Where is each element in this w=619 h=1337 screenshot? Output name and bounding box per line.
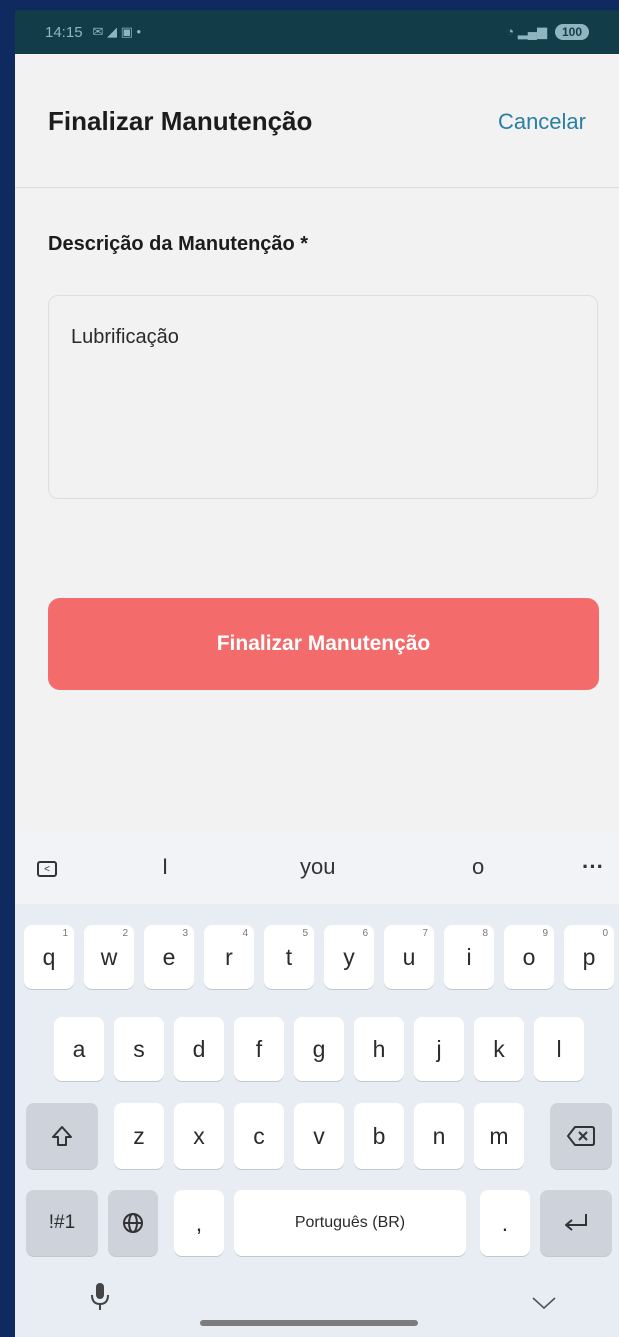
finalize-maintenance-button[interactable]: Finalizar Manutenção: [48, 598, 599, 690]
key-g[interactable]: g: [294, 1017, 344, 1081]
phone-screen: 14:15 ✉ ◢ ▣ • ◔ ▂▄▆ 100 Finalizar Manute…: [15, 10, 619, 1337]
suggestion-1[interactable]: I: [162, 854, 168, 880]
battery-badge: 100: [554, 24, 589, 40]
key-e[interactable]: e3: [144, 925, 194, 989]
voice-input-button[interactable]: [90, 1282, 110, 1319]
on-screen-keyboard: < I you o ··· q1 w2 e3 r4 t5 y6 u7 i8 o9…: [15, 832, 619, 1337]
more-suggestions-icon[interactable]: ···: [582, 854, 604, 880]
key-m[interactable]: m: [474, 1103, 524, 1169]
key-q[interactable]: q1: [24, 925, 74, 989]
key-v[interactable]: v: [294, 1103, 344, 1169]
globe-icon: [123, 1213, 143, 1233]
key-d[interactable]: d: [174, 1017, 224, 1081]
language-key[interactable]: [108, 1190, 158, 1256]
key-c[interactable]: c: [234, 1103, 284, 1169]
finalize-maintenance-label: Finalizar Manutenção: [216, 632, 431, 655]
key-a[interactable]: a: [54, 1017, 104, 1081]
key-u[interactable]: u7: [384, 925, 434, 989]
key-y[interactable]: y6: [324, 925, 374, 989]
key-b[interactable]: b: [354, 1103, 404, 1169]
page-title: Finalizar Manutenção: [48, 106, 313, 136]
key-k[interactable]: k: [474, 1017, 524, 1081]
key-f[interactable]: f: [234, 1017, 284, 1081]
backspace-icon: [567, 1126, 595, 1146]
enter-icon: [565, 1214, 587, 1231]
key-i[interactable]: i8: [444, 925, 494, 989]
hide-keyboard-button[interactable]: [531, 1290, 557, 1318]
space-key[interactable]: Português (BR): [234, 1190, 466, 1256]
key-n[interactable]: n: [414, 1103, 464, 1169]
suggestion-bar: < I you o ···: [15, 832, 619, 904]
key-x[interactable]: x: [174, 1103, 224, 1169]
key-l[interactable]: l: [534, 1017, 584, 1081]
suggestion-2[interactable]: you: [300, 854, 335, 880]
microphone-icon: [91, 1283, 109, 1310]
key-r[interactable]: r4: [204, 925, 254, 989]
status-time: 14:15: [45, 23, 83, 41]
key-h[interactable]: h: [354, 1017, 404, 1081]
notification-icons: ✉ ◢ ▣ •: [92, 24, 142, 39]
key-w[interactable]: w2: [84, 925, 134, 989]
backspace-key[interactable]: [550, 1103, 612, 1169]
description-textarea[interactable]: Lubrificação: [48, 295, 598, 499]
symbols-key[interactable]: !#1: [26, 1190, 98, 1256]
key-o[interactable]: o9: [504, 925, 554, 989]
status-bar: 14:15 ✉ ◢ ▣ • ◔ ▂▄▆ 100: [15, 10, 619, 54]
app-header: Finalizar Manutenção Cancelar: [15, 54, 619, 188]
cancel-button[interactable]: Cancelar: [498, 109, 586, 135]
comma-key[interactable]: ,: [174, 1190, 224, 1256]
description-value: Lubrificação: [71, 326, 179, 348]
home-indicator: [200, 1320, 418, 1326]
suggestion-3[interactable]: o: [472, 854, 484, 880]
key-z[interactable]: z: [114, 1103, 164, 1169]
key-s[interactable]: s: [114, 1017, 164, 1081]
description-label: Descrição da Manutenção *: [48, 233, 309, 255]
key-p[interactable]: p0: [564, 925, 614, 989]
hide-keyboard-icon: [532, 1297, 556, 1310]
key-j[interactable]: j: [414, 1017, 464, 1081]
toolbar-collapse-icon[interactable]: <: [37, 861, 57, 877]
signal-icon: ◔ ▂▄▆: [506, 24, 547, 39]
period-key[interactable]: .: [480, 1190, 530, 1256]
enter-key[interactable]: [540, 1190, 612, 1256]
shift-key[interactable]: [26, 1103, 98, 1169]
key-t[interactable]: t5: [264, 925, 314, 989]
shift-icon: [52, 1126, 72, 1146]
